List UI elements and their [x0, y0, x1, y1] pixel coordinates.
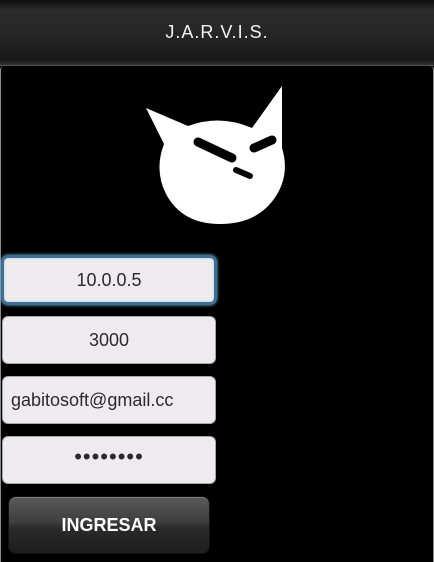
email-input[interactable]: gabitosoft@gmail.cc [2, 376, 216, 424]
port-input[interactable]: 3000 [2, 316, 216, 364]
app-screen: J.A.R.V.I.S. 10.0.0.5 3000 gabitosoft@gm… [0, 0, 434, 562]
login-button[interactable]: INGRESAR [8, 496, 210, 554]
app-title: J.A.R.V.I.S. [165, 22, 269, 42]
ip-address-input[interactable]: 10.0.0.5 [2, 256, 216, 304]
cat-face-icon [140, 78, 300, 226]
password-input[interactable]: •••••••• [2, 436, 216, 484]
action-bar: J.A.R.V.I.S. [0, 0, 434, 66]
